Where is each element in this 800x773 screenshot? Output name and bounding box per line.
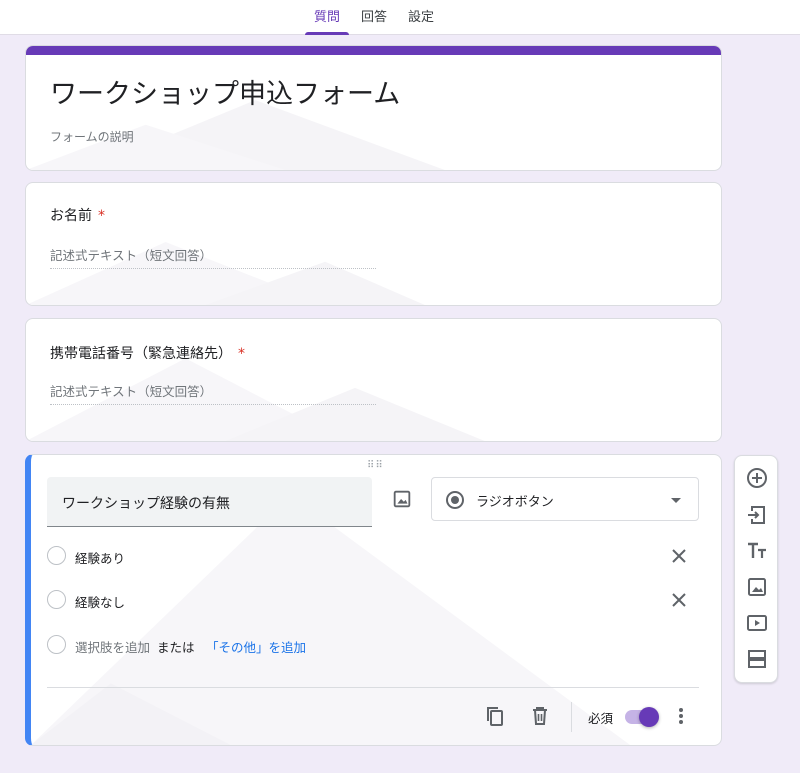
question-card-name[interactable]: お名前 * 記述式テキスト（短文回答） [25,182,722,306]
form-description[interactable]: フォームの説明 [50,128,134,145]
footer-separator [571,702,572,732]
mountain-background-decoration [26,242,425,305]
tab-settings[interactable]: 設定 [407,0,435,35]
short-answer-placeholder: 記述式テキスト（短文回答） [50,245,376,269]
radio-circle-icon [47,635,66,654]
required-mark: * [98,208,105,224]
add-option-link[interactable]: 選択肢を追加 [75,637,150,656]
question-title: 携帯電話番号（緊急連絡先） * [50,346,245,362]
question-title-text: ワークショップ経験の有無 [62,496,230,512]
delete-icon[interactable] [528,704,552,728]
radio-button-icon [446,491,464,509]
add-image-icon[interactable] [745,575,769,599]
question-type-label: ラジオボタン [476,495,554,510]
required-label: 必須 [588,711,614,726]
add-image-icon[interactable] [391,488,413,510]
remove-option-icon[interactable] [667,588,691,612]
toggle-knob [639,707,659,727]
radio-circle-icon [47,546,66,565]
top-nav: 質問 回答 設定 [0,0,800,35]
radio-circle-icon [47,590,66,609]
mountain-background-decoration [26,358,485,441]
add-other-link[interactable]: 「その他」を追加 [206,637,306,656]
accent-bar [26,46,721,55]
tab-questions[interactable]: 質問 [305,0,349,35]
option-label[interactable]: 経験なし [75,592,125,611]
required-mark: * [238,346,245,362]
required-toggle[interactable] [625,707,659,727]
question-card-experience[interactable]: ⠿⠿ ワークショップ経験の有無 ラジオボタン 経験あり 経験なし 選択肢を追加 … [25,454,722,746]
add-section-icon[interactable] [745,647,769,671]
chevron-down-icon [671,498,681,503]
drag-handle-icon[interactable]: ⠿⠿ [367,460,384,471]
question-title: お名前 * [50,208,105,224]
tab-responses[interactable]: 回答 [360,0,388,35]
question-card-phone[interactable]: 携帯電話番号（緊急連絡先） * 記述式テキスト（短文回答） [25,318,722,442]
remove-option-icon[interactable] [667,544,691,568]
question-title-input[interactable]: ワークショップ経験の有無 [47,477,372,527]
duplicate-icon[interactable] [483,704,507,728]
form-title[interactable]: ワークショップ申込フォーム [50,72,400,111]
add-question-icon[interactable] [745,466,769,490]
add-title-icon[interactable] [745,539,769,563]
question-type-select[interactable]: ラジオボタン [431,477,699,521]
add-video-icon[interactable] [745,611,769,635]
divider [47,687,699,688]
or-label: または [157,640,195,655]
short-answer-placeholder: 記述式テキスト（短文回答） [50,381,376,405]
form-title-card[interactable]: ワークショップ申込フォーム フォームの説明 [25,45,722,171]
import-questions-icon[interactable] [745,503,769,527]
option-label[interactable]: 経験あり [75,548,125,567]
side-toolbar [734,455,778,683]
more-options-icon[interactable] [671,704,691,728]
